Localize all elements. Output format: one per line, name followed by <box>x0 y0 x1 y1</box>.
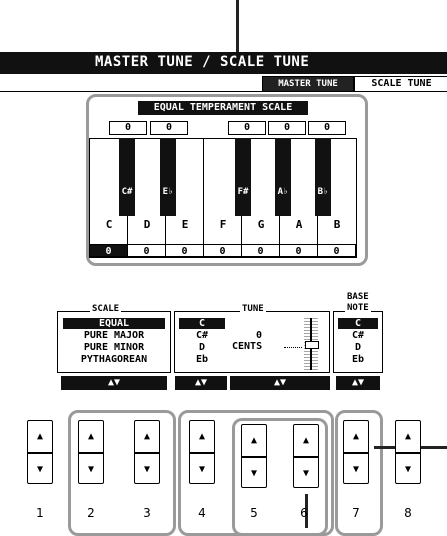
scale-updown-button[interactable]: ▲▼ <box>61 376 167 390</box>
scale-option-equal[interactable]: EQUAL <box>63 318 165 329</box>
black-key-e-flat[interactable] <box>160 138 176 216</box>
white-key-label: E <box>181 218 189 231</box>
black-key-a-flat[interactable] <box>275 138 291 216</box>
base-note-e-flat[interactable]: Eb <box>338 354 378 365</box>
black-key-c-sharp[interactable] <box>119 138 135 216</box>
hw-button-4[interactable]: ▲ ▼ <box>189 420 215 484</box>
tune-note-c[interactable]: C <box>179 318 225 329</box>
down-arrow-icon[interactable]: ▼ <box>190 454 214 485</box>
white-key-label: B <box>333 218 341 231</box>
cent-value-b-flat[interactable]: 0 <box>308 121 346 135</box>
black-key-label: E♭ <box>162 187 174 197</box>
scale-type-label: EQUAL TEMPERAMENT SCALE <box>138 101 308 115</box>
white-key-label: G <box>257 218 265 231</box>
black-key-label: A♭ <box>277 187 289 197</box>
white-key-label: C <box>105 218 113 231</box>
down-arrow-icon[interactable]: ▼ <box>135 454 159 485</box>
black-key-f-sharp[interactable] <box>235 138 251 216</box>
tune-panel-title: TUNE <box>240 304 266 314</box>
up-arrow-icon[interactable]: ▲ <box>396 421 420 452</box>
button-number: 7 <box>352 506 360 520</box>
hw-button-7[interactable]: ▲ ▼ <box>343 420 369 484</box>
cent-value-f-sharp[interactable]: 0 <box>228 121 266 135</box>
down-arrow-icon[interactable]: ▼ <box>396 454 420 485</box>
scale-option-pythagorean[interactable]: PYTHAGOREAN <box>63 354 165 365</box>
hw-button-8[interactable]: ▲ ▼ <box>395 420 421 484</box>
cent-value-b[interactable]: 0 <box>317 244 356 257</box>
tune-note-c-sharp[interactable]: C# <box>179 330 225 341</box>
down-arrow-icon[interactable]: ▼ <box>28 454 52 485</box>
cent-value-c[interactable]: 0 <box>89 244 128 257</box>
hw-button-2[interactable]: ▲ ▼ <box>78 420 104 484</box>
tune-note-updown-button[interactable]: ▲▼ <box>175 376 227 390</box>
scale-option-pure-minor[interactable]: PURE MINOR <box>63 342 165 353</box>
black-key-b-flat[interactable] <box>315 138 331 216</box>
tab-divider <box>0 91 447 92</box>
down-arrow-icon[interactable]: ▼ <box>242 458 266 489</box>
base-note-title-line2: NOTE <box>345 303 371 313</box>
cent-value-d[interactable]: 0 <box>127 244 166 257</box>
tune-slider-pointer <box>284 347 302 348</box>
tune-slider[interactable] <box>304 318 319 370</box>
down-arrow-icon[interactable]: ▼ <box>294 458 318 489</box>
base-note-c-sharp[interactable]: C# <box>338 330 378 341</box>
tune-note-e-flat[interactable]: Eb <box>179 354 225 365</box>
tune-note-d[interactable]: D <box>179 342 225 353</box>
scale-panel-title: SCALE <box>90 304 122 314</box>
black-key-label: F# <box>237 187 249 197</box>
base-note-updown-button[interactable]: ▲▼ <box>336 376 380 390</box>
tab-scale-tune[interactable]: SCALE TUNE <box>354 76 447 91</box>
cent-value-c-sharp[interactable]: 0 <box>109 121 147 135</box>
down-arrow-icon[interactable]: ▼ <box>344 454 368 485</box>
button-number: 6 <box>300 506 308 520</box>
cent-value-f[interactable]: 0 <box>203 244 242 257</box>
page-title: MASTER TUNE / SCALE TUNE <box>95 54 310 70</box>
white-key-label: D <box>143 218 151 231</box>
hw-button-1[interactable]: ▲ ▼ <box>27 420 53 484</box>
base-note-title-line1: BASE <box>345 292 371 302</box>
scale-option-pure-major[interactable]: PURE MAJOR <box>63 330 165 341</box>
cent-value-e[interactable]: 0 <box>165 244 204 257</box>
button-number: 3 <box>143 506 151 520</box>
black-key-label: B♭ <box>317 187 329 197</box>
white-key-label: A <box>295 218 303 231</box>
base-note-d[interactable]: D <box>338 342 378 353</box>
up-arrow-icon[interactable]: ▲ <box>135 421 159 452</box>
hw-button-5[interactable]: ▲ ▼ <box>241 424 267 488</box>
button-number: 4 <box>198 506 206 520</box>
up-arrow-icon[interactable]: ▲ <box>344 421 368 452</box>
cent-value-a[interactable]: 0 <box>279 244 318 257</box>
base-note-c[interactable]: C <box>338 318 378 329</box>
up-arrow-icon[interactable]: ▲ <box>28 421 52 452</box>
hw-button-6[interactable]: ▲ ▼ <box>293 424 319 488</box>
tune-value-updown-button[interactable]: ▲▼ <box>230 376 330 390</box>
down-arrow-icon[interactable]: ▼ <box>79 454 103 485</box>
white-key-label: F <box>219 218 227 231</box>
button-number: 5 <box>250 506 258 520</box>
button-number: 2 <box>87 506 95 520</box>
button-number: 8 <box>404 506 412 520</box>
cent-value-e-flat[interactable]: 0 <box>150 121 188 135</box>
cent-value-g[interactable]: 0 <box>241 244 280 257</box>
tab-master-tune[interactable]: MASTER TUNE <box>262 76 354 92</box>
up-arrow-icon[interactable]: ▲ <box>294 425 318 456</box>
cent-value-a-flat[interactable]: 0 <box>268 121 306 135</box>
up-arrow-icon[interactable]: ▲ <box>190 421 214 452</box>
button-number: 1 <box>36 506 44 520</box>
up-arrow-icon[interactable]: ▲ <box>79 421 103 452</box>
tune-cents-unit: CENTS <box>232 341 263 352</box>
up-arrow-icon[interactable]: ▲ <box>242 425 266 456</box>
hw-button-3[interactable]: ▲ ▼ <box>134 420 160 484</box>
black-key-label: C# <box>121 187 133 197</box>
tune-slider-handle[interactable] <box>305 341 319 349</box>
tune-cents-value: 0 <box>256 330 263 341</box>
